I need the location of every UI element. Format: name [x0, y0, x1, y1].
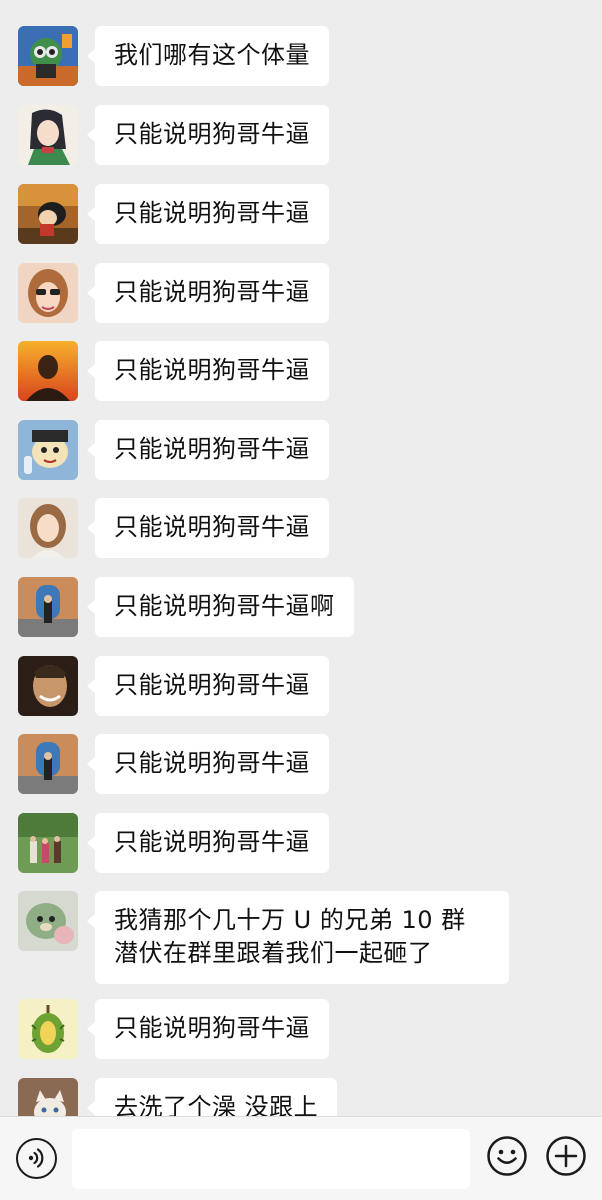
message-row: 只能说明狗哥牛逼啊 — [18, 577, 354, 637]
message-bubble[interactable]: 只能说明狗哥牛逼 — [87, 498, 329, 558]
message-row: 去洗了个澡 没跟上 — [18, 1078, 338, 1116]
message-row: 只能说明狗哥牛逼 — [18, 184, 329, 244]
message-row: 只能说明狗哥牛逼 — [18, 341, 329, 401]
message-bubble[interactable]: 只能说明狗哥牛逼啊 — [87, 577, 354, 637]
doorway-photo-avatar[interactable] — [18, 577, 78, 637]
emoji-icon[interactable] — [486, 1135, 528, 1177]
message-row: 只能说明狗哥牛逼 — [18, 420, 329, 480]
message-row: 只能说明狗哥牛逼 — [18, 263, 329, 323]
message-bubble[interactable]: 只能说明狗哥牛逼 — [87, 656, 329, 716]
plus-icon[interactable] — [545, 1135, 587, 1177]
message-row: 我猜那个几十万 U 的兄弟 10 群潜伏在群里跟着我们一起砸了 — [18, 891, 509, 984]
message-bubble[interactable]: 只能说明狗哥牛逼 — [87, 813, 329, 873]
message-bubble[interactable]: 我猜那个几十万 U 的兄弟 10 群潜伏在群里跟着我们一起砸了 — [87, 891, 509, 984]
message-bubble[interactable]: 我们哪有这个体量 — [87, 26, 329, 86]
woman-sunglasses-avatar[interactable] — [18, 263, 78, 323]
anime-girl-avatar[interactable] — [18, 105, 78, 165]
message-row: 只能说明狗哥牛逼 — [18, 813, 329, 873]
doorway-photo-avatar[interactable] — [18, 734, 78, 794]
plush-toy-avatar[interactable] — [18, 891, 78, 951]
cartoon-character-avatar[interactable] — [18, 420, 78, 480]
message-bubble[interactable]: 只能说明狗哥牛逼 — [87, 999, 329, 1059]
cat-avatar[interactable] — [18, 1078, 78, 1116]
message-row: 只能说明狗哥牛逼 — [18, 105, 329, 165]
woman-portrait-avatar[interactable] — [18, 498, 78, 558]
message-row: 只能说明狗哥牛逼 — [18, 999, 329, 1059]
message-row: 只能说明狗哥牛逼 — [18, 656, 329, 716]
durian-avatar[interactable] — [18, 999, 78, 1059]
message-bubble[interactable]: 只能说明狗哥牛逼 — [87, 734, 329, 794]
group-photo-avatar[interactable] — [18, 813, 78, 873]
chat-input-bar — [0, 1116, 602, 1200]
cartoon-boy-sunset-avatar[interactable] — [18, 184, 78, 244]
message-bubble[interactable]: 只能说明狗哥牛逼 — [87, 420, 329, 480]
robot-mascot-avatar[interactable] — [18, 26, 78, 86]
voice-icon[interactable] — [16, 1138, 57, 1179]
message-bubble[interactable]: 只能说明狗哥牛逼 — [87, 184, 329, 244]
message-row: 只能说明狗哥牛逼 — [18, 498, 329, 558]
message-row: 我们哪有这个体量 — [18, 26, 329, 86]
message-input[interactable] — [72, 1129, 470, 1189]
message-bubble[interactable]: 只能说明狗哥牛逼 — [87, 263, 329, 323]
message-bubble[interactable]: 去洗了个澡 没跟上 — [86, 1078, 338, 1116]
message-row: 只能说明狗哥牛逼 — [18, 734, 329, 794]
message-bubble[interactable]: 只能说明狗哥牛逼 — [87, 341, 329, 401]
smiling-man-avatar[interactable] — [18, 656, 78, 716]
sunset-portrait-avatar[interactable] — [18, 341, 78, 401]
chat-message-list[interactable]: 我们哪有这个体量 只能说明狗哥牛逼 只能说明狗哥牛逼 只能说明狗哥牛逼 只能说明… — [0, 0, 602, 1116]
message-bubble[interactable]: 只能说明狗哥牛逼 — [87, 105, 329, 165]
